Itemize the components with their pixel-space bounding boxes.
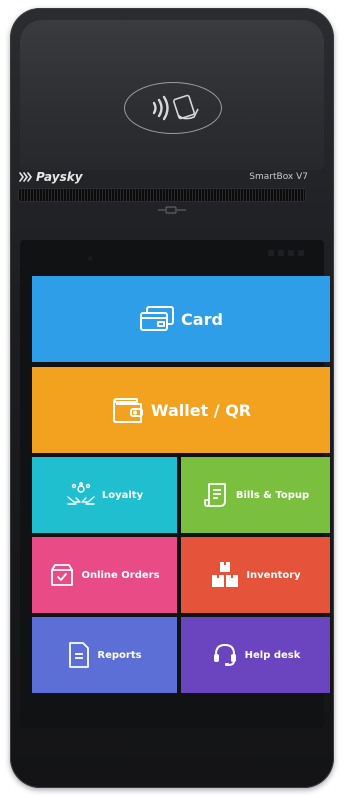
brand-row: Paysky SmartBox V7 (18, 168, 308, 186)
card-label: Card (181, 309, 223, 329)
inventory-button[interactable]: Inventory (181, 537, 330, 613)
headset-icon (213, 643, 236, 666)
document-icon (69, 642, 90, 668)
shopping-box-icon (51, 564, 74, 586)
contactless-icon (152, 94, 199, 121)
magnetic-card-slot (18, 188, 306, 202)
receipt-icon (203, 483, 226, 507)
card-swipe-icon (158, 206, 186, 214)
bills-label: Bills & Topup (235, 489, 310, 501)
brand-mark-icon (19, 172, 32, 182)
front-camera (88, 256, 93, 261)
online-orders-button[interactable]: Online Orders (32, 537, 177, 613)
inventory-label: Inventory (246, 569, 301, 581)
help-desk-button[interactable]: Help desk (181, 617, 330, 693)
loyalty-button[interactable]: Loyalty (32, 457, 177, 533)
bills-topup-button[interactable]: Bills & Topup (181, 457, 330, 533)
reports-button[interactable]: Reports (32, 617, 177, 693)
wallet-label: Wallet / QR (150, 400, 252, 420)
brand-logo: Paysky (18, 170, 83, 184)
wallet-qr-button[interactable]: Wallet / QR (32, 367, 330, 453)
model-name: SmartBox V7 (249, 172, 308, 182)
credit-card-icon (140, 306, 175, 331)
wallet-icon (112, 398, 143, 423)
boxes-icon (212, 562, 239, 587)
reports-label: Reports (97, 649, 142, 661)
card-payment-button[interactable]: Card (32, 276, 330, 362)
brand-name: Paysky (36, 170, 83, 184)
sensor-dots (268, 250, 304, 256)
contactless-reader (124, 82, 222, 134)
loyalty-label: Loyalty (101, 489, 144, 501)
help-label: Help desk (244, 649, 301, 661)
orders-label: Online Orders (81, 569, 160, 581)
loyalty-icon (67, 482, 95, 505)
